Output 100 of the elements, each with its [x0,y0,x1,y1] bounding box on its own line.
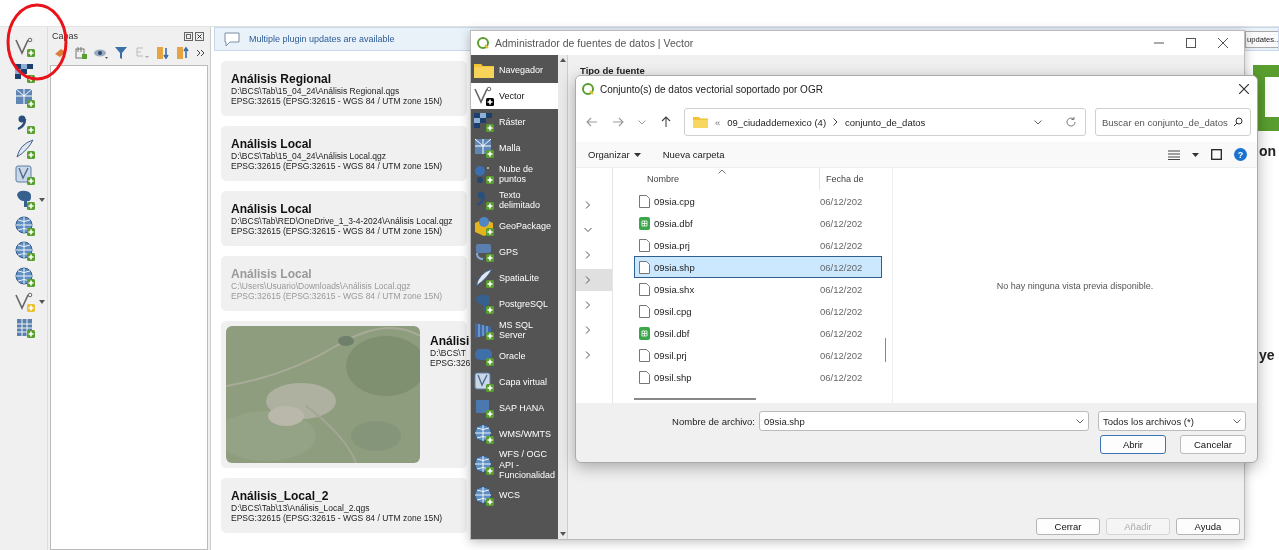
globe-icon[interactable] [14,265,36,288]
up-icon[interactable] [660,116,672,128]
close-icon[interactable] [1239,84,1249,94]
maximize-icon[interactable] [1186,38,1196,48]
list-view-icon[interactable] [1168,149,1180,160]
caret-icon[interactable] [1233,418,1241,424]
sidebar-item[interactable]: Ráster [471,109,558,135]
dialog-button[interactable]: Ayuda [1176,518,1240,535]
square-icon [473,397,495,419]
caret-icon[interactable] [1076,418,1084,424]
filename-field[interactable]: 09sia.shp [759,411,1089,431]
file-name: 09sil.dbf [654,327,690,339]
chevron-right-icon[interactable] [584,301,592,309]
sidebar-item[interactable]: WFS / OGC API - Funcionalidad [471,447,558,483]
preview-message: No hay ninguna vista previa disponible. [996,280,1154,291]
file-type-dropdown[interactable]: Todos los archivos (*) [1098,411,1246,431]
sidebar-item[interactable]: GeoPackage [471,213,558,239]
close-icon[interactable] [195,31,204,41]
file-row[interactable]: 09sil.shp 06/12/202 [634,366,882,388]
dialog-button[interactable]: Abrir [1100,435,1166,454]
file-name: 09sil.cpg [654,305,692,317]
caret-icon[interactable] [1192,152,1199,157]
project-card[interactable]: Análisis_Local_2 D:\BCS\Tab\13\Análisis_Local_2.qgs EPSG:32615 (EPSG:32615 - WGS 84 / UTM zone 15N) [221,478,467,533]
sidebar-item[interactable]: PostgreSQL [471,291,558,317]
vertex-plus-icon [473,85,495,107]
menu-button[interactable]: Organizar [588,149,641,160]
file-row[interactable]: 09sia.shp 06/12/202 [634,256,882,278]
add-group-icon[interactable] [74,46,88,60]
collapse-icon[interactable] [176,46,190,60]
column-header[interactable]: Nombre [647,174,679,184]
file-row[interactable]: 09sil.dbf 06/12/202 [634,322,882,344]
caret-icon[interactable] [1034,119,1042,125]
caret-icon[interactable] [39,198,45,202]
dialog-button[interactable]: Cerrar [1036,518,1100,535]
file-name: 09sia.shp [654,261,695,273]
chevron-right-icon[interactable] [584,201,592,209]
globe-icon[interactable] [14,240,36,262]
checker-grid-icon[interactable] [14,61,36,84]
file-row[interactable]: 09sia.shx 06/12/202 [634,278,882,300]
filter-icon[interactable] [115,46,129,60]
project-card[interactable]: Análisis Local D:\BCS\Tab\RED\OneDrive_1_3-4-2024\Análisis Local.qgz EPSG:32615 (EPSG:32615 - WGS 84 / UTM zone 15N) [221,191,467,246]
file-row[interactable]: 09sia.dbf 06/12/202 [634,212,882,234]
address-bar[interactable]: « 09_ciudaddemexico (4) conjunto_de_datos [684,108,1086,136]
file-row[interactable]: 09sia.cpg 06/12/202 [634,190,882,212]
caret-icon [633,152,641,157]
project-title: Análisis_Local_2 [231,488,329,503]
project-title: Análisis Local [231,136,312,151]
breadcrumb-item[interactable]: 09_ciudaddemexico (4) [727,116,827,128]
sidebar-item[interactable]: SpatiaLite [471,265,558,291]
help-button[interactable]: ? [1234,148,1247,161]
table-icon[interactable] [14,316,36,339]
chevron-right-icon[interactable] [584,251,592,259]
sidebar-item[interactable]: Vector [471,83,558,109]
sidebar-item[interactable]: Texto delimitado [471,187,558,213]
globe-icon[interactable] [14,214,36,237]
overflow-chevrons[interactable]: « [715,116,721,128]
back-icon[interactable] [586,116,598,128]
file-row[interactable]: 09sil.prj 06/12/202 [634,344,882,366]
scrollbar-thumb[interactable] [634,398,756,400]
forward-icon[interactable] [612,116,624,128]
refresh-icon[interactable] [1065,116,1077,128]
sidebar-item[interactable]: Nube de puntos [471,161,558,187]
search-field[interactable]: Buscar en conjunto_de_datos [1095,108,1251,136]
chevron-right-icon[interactable] [584,326,592,334]
dialog-button[interactable]: Cancelar [1180,435,1246,454]
scrollbar-thumb[interactable] [885,338,886,362]
sidebar-item[interactable]: WCS [471,482,558,509]
feather-icon[interactable] [14,138,36,160]
vertex-frame-icon[interactable] [14,163,36,186]
file-row[interactable]: 09sia.prj 06/12/202 [634,234,882,256]
chevron-down-icon[interactable] [584,226,592,234]
chevron-right-icon[interactable] [584,351,592,359]
chevron-icon[interactable] [833,118,839,126]
vertex-plus-icon[interactable] [14,291,36,313]
sidebar-item[interactable]: Capa virtual [471,369,558,395]
sidebar-item[interactable]: Navegador [471,57,558,83]
expand-icon[interactable] [156,46,170,60]
sidebar-item[interactable]: Oracle [471,343,558,369]
breadcrumb-item[interactable]: conjunto_de_datos [845,116,926,128]
file-row[interactable]: 09sil.cpg 06/12/202 [634,300,882,322]
checker-grid-icon [473,111,495,133]
sidebar-item[interactable]: SAP HANA [471,395,558,421]
close-icon[interactable] [1218,38,1228,48]
file-date: 06/12/202 [820,349,863,361]
project-card[interactable]: Análisis Regional D:\BCS\Tab\15_04_24\Análisis Regional.qgs EPSG:32615 (EPSG:32615 - WGS 84 / UTM zone 15N) [221,61,467,116]
sidebar-item[interactable]: Malla [471,135,558,161]
project-path: D:\BCS\Tab\RED\OneDrive_1_3-4-2024\Análisis Local.qgz [231,215,453,226]
toolbar-button[interactable]: Nueva carpeta [662,149,725,160]
float-icon[interactable] [184,31,193,41]
sidebar-item[interactable]: WMS/WMTS [471,421,558,447]
scroll-down-icon[interactable] [559,532,566,536]
sidebar-item[interactable]: GPS [471,239,558,265]
scroll-up-icon[interactable] [559,58,566,62]
file-name: 09sil.shp [654,371,692,383]
pane-icon[interactable] [1211,149,1222,160]
project-card[interactable]: Análisis Local D:\BCS\Tab\15_04_24\Análisis Local.qgz EPSG:32615 (EPSG:32615 - WGS 84 / UTM zone 15N) [221,126,467,181]
column-header[interactable]: Fecha de [820,174,864,184]
sidebar-item[interactable]: MS SQL Server [471,317,558,343]
vertex-plus-icon[interactable] [14,36,36,58]
caret-icon[interactable] [39,300,45,304]
